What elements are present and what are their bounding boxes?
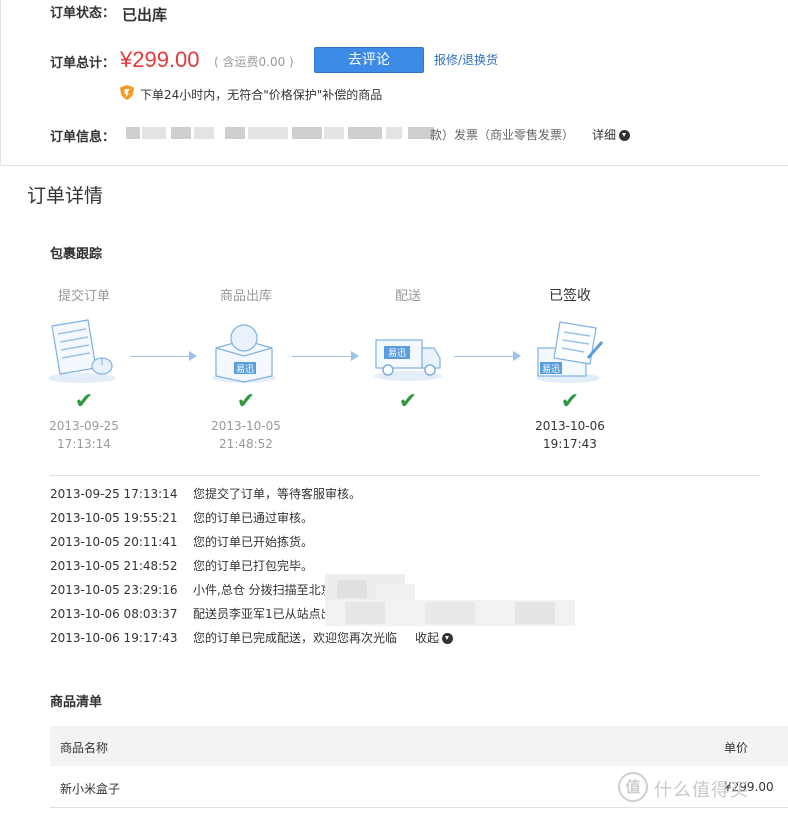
collapse-toggle-label: 收起 <box>415 631 440 645</box>
detail-toggle[interactable]: 详细 <box>592 126 631 143</box>
check-icon: ✔ <box>74 389 94 414</box>
review-button[interactable]: 去评论 <box>314 47 424 73</box>
log-row: 2013-10-06 19:17:43 您的订单已完成配送，欢迎您再次光临 <box>50 626 760 650</box>
check-icon: ✔ <box>236 389 256 414</box>
product-table-header: 商品名称 单价 <box>50 726 788 766</box>
log-time: 2013-10-05 19:55:21 <box>50 511 178 525</box>
step-date: 2013-09-25 <box>49 419 119 433</box>
log-time: 2013-09-25 17:13:14 <box>50 487 178 501</box>
log-text: 您的订单已打包完毕。 <box>193 559 314 573</box>
tracking-divider <box>50 475 760 476</box>
left-border <box>0 0 1 165</box>
log-time: 2013-10-05 21:48:52 <box>50 559 178 573</box>
step-arrow-2 <box>292 356 352 357</box>
check-icon: ✔ <box>398 389 418 414</box>
svg-text:易迅: 易迅 <box>236 364 254 375</box>
collapse-toggle[interactable]: 收起 <box>415 626 454 650</box>
step-label-signed: 已签收 <box>549 288 591 304</box>
log-time: 2013-10-06 08:03:37 <box>50 607 178 621</box>
redacted-order-info <box>126 127 436 139</box>
chevron-down-icon <box>442 633 454 644</box>
watermark-logo-icon: 值 <box>618 772 648 802</box>
arrow-right-icon <box>189 351 197 361</box>
log-time: 2013-10-05 20:11:41 <box>50 535 178 549</box>
log-text: 您提交了订单，等待客服审核。 <box>193 487 362 501</box>
check-icon: ✔ <box>560 389 580 414</box>
log-text: 您的订单已通过审核。 <box>193 511 314 525</box>
log-text: 您的订单已开始拣货。 <box>193 535 314 549</box>
svg-text:易迅: 易迅 <box>542 364 560 375</box>
repair-return-link[interactable]: 报修/退换货 <box>434 51 498 68</box>
log-row: 2013-09-25 17:13:14 您提交了订单，等待客服审核。 <box>50 482 760 506</box>
tracking-title: 包裹跟踪 <box>50 247 103 262</box>
watermark-text: 什么值得买 <box>654 780 749 801</box>
order-status-value: 已出库 <box>122 6 168 24</box>
product-name[interactable]: 新小米盒子 <box>60 780 120 797</box>
log-time: 2013-10-05 23:29:16 <box>50 583 178 597</box>
product-list-title: 商品清单 <box>50 695 103 710</box>
log-text: 小件,总仓 分拨扫描至北京 <box>193 583 333 597</box>
signed-receipt-icon: 易迅 <box>530 318 606 387</box>
log-row: 2013-10-05 19:55:21 您的订单已通过审核。 <box>50 506 760 530</box>
log-time: 2013-10-06 19:17:43 <box>50 631 178 645</box>
step-time-signed: 2013-10-06 19:17:43 <box>520 417 620 453</box>
step-time: 17:13:14 <box>57 437 111 451</box>
step-time-outbound: 2013-10-05 21:48:52 <box>196 417 296 453</box>
shield-icon <box>120 85 134 103</box>
arrow-right-icon <box>351 351 359 361</box>
section-divider <box>0 165 788 166</box>
step-date: 2013-10-06 <box>535 419 605 433</box>
freight-note: ( 含运费0.00 ) <box>214 55 294 69</box>
step-arrow-3 <box>454 356 514 357</box>
chevron-down-icon <box>619 130 631 141</box>
order-detail-title: 订单详情 <box>27 185 104 207</box>
step-arrow-1 <box>130 356 190 357</box>
tracking-log: 2013-09-25 17:13:14 您提交了订单，等待客服审核。 2013-… <box>50 482 760 652</box>
log-text: 您的订单已完成配送，欢迎您再次光临 <box>193 631 398 645</box>
log-text: 配送员李亚军1已从站点出 <box>193 607 333 621</box>
step-date: 2013-10-05 <box>211 419 281 433</box>
step-time-submit: 2013-09-25 17:13:14 <box>34 417 134 453</box>
redacted-log-info <box>325 574 575 626</box>
order-status-label: 订单状态： <box>50 6 116 21</box>
detail-toggle-label: 详细 <box>592 128 617 142</box>
order-total-price: ¥299.00 <box>120 47 200 72</box>
svg-text:易迅: 易迅 <box>388 348 406 359</box>
order-info-label: 订单信息： <box>50 130 116 145</box>
price-guarantee-note: 下单24小时内，无符合"价格保护"补偿的商品 <box>140 88 383 102</box>
order-form-icon <box>44 318 120 387</box>
step-label-delivery: 配送 <box>394 289 421 304</box>
arrow-right-icon <box>513 351 521 361</box>
column-header-price: 单价 <box>724 741 749 755</box>
order-total-label: 订单总计： <box>50 56 116 71</box>
step-time: 21:48:52 <box>219 437 273 451</box>
step-label-submit: 提交订单 <box>57 289 110 304</box>
step-label-outbound: 商品出库 <box>219 289 272 304</box>
package-box-icon: 易迅 <box>206 318 282 387</box>
delivery-truck-icon: 易迅 <box>370 318 446 387</box>
column-header-name: 商品名称 <box>60 741 109 755</box>
step-time: 19:17:43 <box>543 437 597 451</box>
invoice-text: 款）发票（商业零售发票） <box>430 128 575 142</box>
log-row: 2013-10-05 20:11:41 您的订单已开始拣货。 <box>50 530 760 554</box>
